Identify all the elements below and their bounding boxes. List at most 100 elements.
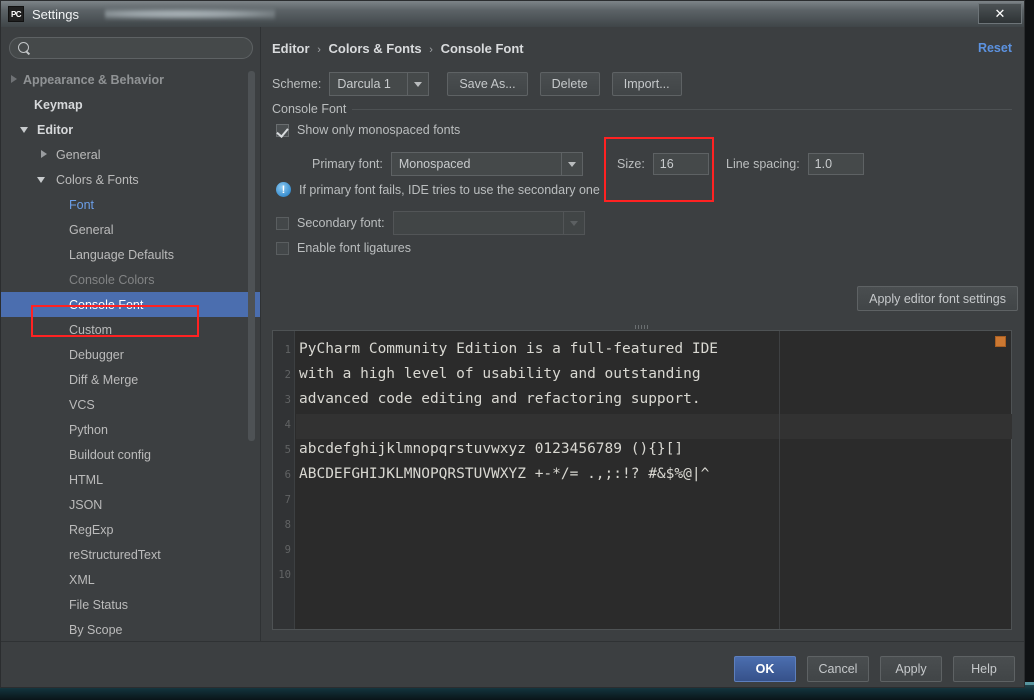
sidebar-item-restructuredtext[interactable]: reStructuredText bbox=[1, 542, 261, 567]
show-monospaced-label: Show only monospaced fonts bbox=[297, 123, 461, 137]
breadcrumb-separator-1: › bbox=[317, 44, 321, 56]
ok-button[interactable]: OK bbox=[734, 656, 796, 682]
groupbox-title: Console Font bbox=[272, 102, 353, 116]
secondary-font-checkbox[interactable] bbox=[276, 216, 289, 230]
chevron-right-icon[interactable] bbox=[39, 149, 51, 161]
window-body: Appearance & Behavior Keymap Editor General… bbox=[1, 27, 1024, 641]
preview-code-line: with a high level of usability and outst… bbox=[299, 366, 701, 382]
sidebar-item-by-scope[interactable]: By Scope bbox=[1, 617, 261, 641]
save-as-button[interactable]: Save As... bbox=[447, 72, 528, 96]
chevron-down-icon[interactable] bbox=[20, 124, 32, 136]
sidebar-item-vcs[interactable]: VCS bbox=[1, 392, 261, 417]
sidebar-item-label: Console Colors bbox=[69, 272, 155, 287]
sidebar-item-label: Python bbox=[69, 422, 108, 437]
preview-gutter: 1 2 3 4 5 6 7 8 9 10 bbox=[273, 331, 295, 629]
apply-button[interactable]: Apply bbox=[880, 656, 942, 682]
line-number: 10 bbox=[278, 569, 291, 581]
secondary-font-hint: ! If primary font fails, IDE tries to us… bbox=[276, 182, 600, 197]
line-number: 9 bbox=[284, 544, 291, 556]
sidebar-item-xml[interactable]: XML bbox=[1, 567, 261, 592]
sidebar-item-custom[interactable]: Custom bbox=[1, 317, 261, 342]
breadcrumb-mid[interactable]: Colors & Fonts bbox=[328, 41, 421, 56]
line-number: 6 bbox=[284, 469, 291, 481]
preview-code-line: abcdefghijklmnopqrstuvwxyz 0123456789 ()… bbox=[299, 441, 684, 457]
sidebar-item-console-font[interactable]: Console Font bbox=[1, 292, 261, 317]
chevron-down-icon[interactable] bbox=[560, 153, 582, 175]
sidebar-item-language-defaults[interactable]: Language Defaults bbox=[1, 242, 261, 267]
window-titlebar: PC Settings ✕ bbox=[1, 1, 1024, 27]
line-number: 5 bbox=[284, 444, 291, 456]
sidebar-item-label: Custom bbox=[69, 322, 113, 337]
chevron-down-icon[interactable] bbox=[562, 212, 584, 234]
sidebar-item-file-status[interactable]: File Status bbox=[1, 592, 261, 617]
sidebar-item-html[interactable]: HTML bbox=[1, 467, 261, 492]
font-preview-editor[interactable]: 1 2 3 4 5 6 7 8 9 10 PyCharm Community Edition is… bbox=[272, 330, 1012, 630]
sidebar-item-appearance-behavior[interactable]: Appearance & Behavior bbox=[1, 67, 261, 92]
breadcrumb-leaf: Console Font bbox=[440, 41, 524, 56]
sidebar-item-label: HTML bbox=[69, 472, 104, 487]
breadcrumb-root[interactable]: Editor bbox=[272, 41, 310, 56]
size-row: Size: 16 bbox=[617, 153, 709, 175]
search-input[interactable] bbox=[31, 41, 252, 55]
console-font-groupbox: Console Font Show only monospaced fonts … bbox=[272, 102, 1018, 321]
apply-editor-font-settings-button[interactable]: Apply editor font settings bbox=[857, 286, 1018, 311]
secondary-font-row: Secondary font: bbox=[276, 211, 585, 235]
ligatures-row[interactable]: Enable font ligatures bbox=[276, 241, 411, 255]
chevron-down-icon[interactable] bbox=[37, 174, 49, 186]
sidebar-item-general[interactable]: General bbox=[1, 142, 261, 167]
sidebar-item-debugger[interactable]: Debugger bbox=[1, 342, 261, 367]
delete-button[interactable]: Delete bbox=[539, 72, 600, 96]
right-margin-guide bbox=[779, 331, 780, 629]
sidebar-item-python[interactable]: Python bbox=[1, 417, 261, 442]
line-spacing-label: Line spacing: bbox=[726, 157, 800, 171]
settings-window: PC Settings ✕ Appearance & Behavior Keyma… bbox=[0, 0, 1025, 688]
sidebar-item-regexp[interactable]: RegExp bbox=[1, 517, 261, 542]
sidebar-item-console-colors[interactable]: Console Colors bbox=[1, 267, 261, 292]
sidebar-item-font[interactable]: Font bbox=[1, 192, 261, 217]
sidebar-item-colors-fonts[interactable]: Colors & Fonts bbox=[1, 167, 261, 192]
help-button[interactable]: Help bbox=[953, 656, 1015, 682]
sidebar-item-label: Keymap bbox=[34, 97, 83, 112]
breadcrumb: Editor › Colors & Fonts › Console Font bbox=[272, 41, 524, 56]
sidebar-item-label: Font bbox=[69, 197, 95, 212]
chevron-down-icon[interactable] bbox=[407, 73, 428, 95]
sidebar-item-editor[interactable]: Editor bbox=[1, 117, 261, 142]
dialog-button-bar: OK Cancel Apply Help bbox=[1, 641, 1024, 687]
pycharm-icon: PC bbox=[8, 6, 24, 22]
sidebar-item-diff-merge[interactable]: Diff & Merge bbox=[1, 367, 261, 392]
error-stripe-marker[interactable] bbox=[995, 336, 1006, 347]
settings-content-panel: Editor › Colors & Fonts › Console Font R… bbox=[262, 27, 1024, 641]
size-input[interactable]: 16 bbox=[652, 153, 709, 175]
preview-caret-line bbox=[296, 414, 1012, 439]
line-spacing-input[interactable]: 1.0 bbox=[807, 153, 864, 175]
sidebar-item-buildout-config[interactable]: Buildout config bbox=[1, 442, 261, 467]
cancel-button[interactable]: Cancel bbox=[807, 656, 869, 682]
ligatures-checkbox[interactable] bbox=[276, 241, 289, 255]
primary-font-combo[interactable]: Monospaced bbox=[390, 152, 583, 176]
sidebar-item-label: Diff & Merge bbox=[69, 372, 139, 387]
settings-tree[interactable]: Appearance & Behavior Keymap Editor General… bbox=[1, 67, 261, 641]
preview-code-line: ABCDEFGHIJKLMNOPQRSTUVWXYZ +-*/= .,;:!? … bbox=[299, 466, 710, 482]
sidebar-item-label: General bbox=[69, 222, 114, 237]
sidebar-item-general[interactable]: General bbox=[1, 217, 261, 242]
sidebar-item-label: General bbox=[56, 147, 101, 162]
sidebar-item-keymap[interactable]: Keymap bbox=[1, 92, 261, 117]
sidebar-scrollbar[interactable] bbox=[248, 71, 255, 441]
line-number: 2 bbox=[284, 369, 291, 381]
secondary-font-label: Secondary font: bbox=[297, 216, 385, 230]
secondary-font-combo[interactable] bbox=[392, 211, 585, 235]
show-monospaced-checkbox[interactable] bbox=[276, 123, 289, 137]
reset-link[interactable]: Reset bbox=[978, 41, 1012, 55]
close-icon[interactable]: ✕ bbox=[978, 3, 1022, 24]
sidebar-item-label: VCS bbox=[69, 397, 95, 412]
sidebar-item-json[interactable]: JSON bbox=[1, 492, 261, 517]
scheme-combo[interactable]: Darcula 1 bbox=[329, 72, 430, 96]
import-button[interactable]: Import... bbox=[611, 72, 682, 96]
sidebar-item-label: Appearance & Behavior bbox=[23, 72, 165, 87]
chevron-right-icon[interactable] bbox=[9, 74, 21, 86]
sidebar-item-label: reStructuredText bbox=[69, 547, 161, 562]
search-box[interactable] bbox=[9, 37, 253, 59]
show-monospaced-row[interactable]: Show only monospaced fonts bbox=[276, 123, 460, 137]
scheme-value: Darcula 1 bbox=[337, 77, 391, 91]
sidebar-item-label: Buildout config bbox=[69, 447, 152, 462]
